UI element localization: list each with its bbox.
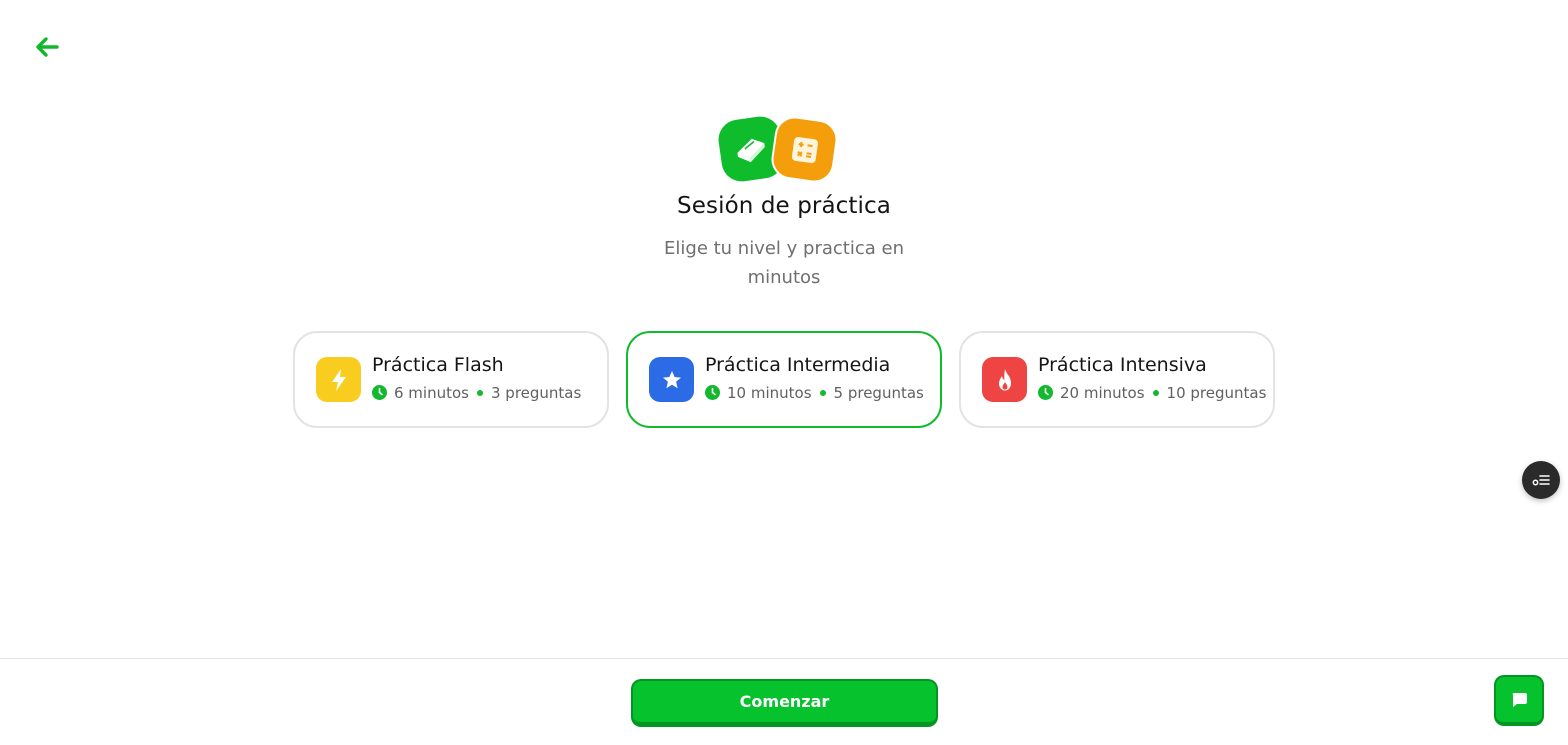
separator-dot	[819, 389, 826, 396]
clock-icon	[372, 385, 387, 400]
option-intermedia-card[interactable]: Práctica Intermedia 10 minutos 5 pregunt…	[626, 331, 942, 428]
option-minutes: 10 minutos	[727, 383, 812, 402]
back-button[interactable]	[30, 32, 64, 62]
option-questions: 5 preguntas	[833, 383, 924, 402]
page-subtitle: Elige tu nivel y practica en minutos	[664, 238, 904, 288]
option-intensiva-card[interactable]: Práctica Intensiva 20 minutos 10 pregunt…	[959, 331, 1275, 428]
star-icon	[649, 357, 694, 402]
option-questions: 10 preguntas	[1166, 383, 1267, 402]
option-title: Práctica Flash	[372, 353, 504, 376]
separator-dot	[476, 389, 483, 396]
flame-icon	[982, 357, 1027, 402]
practice-options: Práctica Flash 6 minutos 3 preguntas Prá…	[293, 331, 1275, 428]
practice-session-page: Sesión de práctica Elige tu nivel y prac…	[0, 0, 1568, 745]
option-title: Práctica Intermedia	[705, 353, 891, 376]
hero-icons	[715, 113, 842, 186]
separator-dot	[1152, 389, 1159, 396]
option-flash-card[interactable]: Práctica Flash 6 minutos 3 preguntas	[293, 331, 609, 428]
clock-icon	[1038, 385, 1053, 400]
arrow-left-icon	[36, 37, 59, 57]
option-title: Práctica Intensiva	[1038, 353, 1207, 376]
settings-list-icon	[1532, 475, 1550, 486]
option-questions: 3 preguntas	[490, 383, 582, 402]
chat-button[interactable]	[1494, 675, 1544, 726]
page-title: Sesión de práctica	[677, 193, 891, 219]
start-button[interactable]: Comenzar	[631, 679, 938, 727]
option-minutes: 20 minutos	[1060, 383, 1145, 402]
option-minutes: 6 minutos	[394, 383, 469, 402]
calculator-icon	[768, 113, 841, 186]
floating-settings-button[interactable]	[1522, 461, 1560, 499]
clock-icon	[705, 385, 720, 400]
footer-divider	[0, 658, 1568, 659]
chat-icon	[1512, 692, 1527, 707]
lightning-icon	[316, 357, 361, 402]
